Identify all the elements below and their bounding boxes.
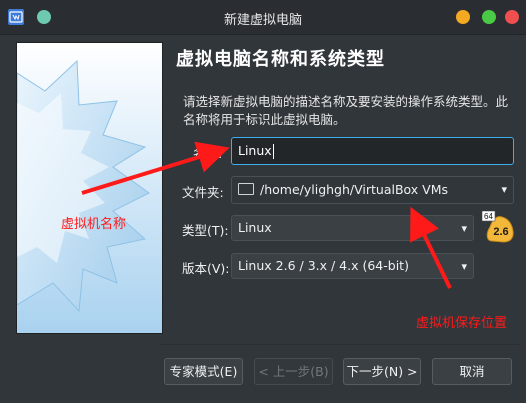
cancel-button[interactable]: 取消: [432, 358, 512, 385]
text-caret: [272, 144, 274, 159]
window-title: 新建虚拟电脑: [223, 13, 302, 28]
page-heading: 虚拟电脑名称和系统类型: [176, 49, 385, 70]
vm-name-annotation: 虚拟机名称: [61, 217, 127, 232]
page-description: 请选择新虚拟电脑的描述名称及要安装的操作系统类型。此名称将用于标识此虚拟电脑。: [183, 94, 509, 127]
os-badge-64: 64: [484, 212, 493, 221]
close-button[interactable]: [505, 10, 519, 24]
maximize-button[interactable]: [482, 10, 496, 24]
folder-value: /home/ylighgh/VirtualBox VMs: [260, 182, 449, 197]
version-combo[interactable]: Linux 2.6 / 3.x / 4.x (64-bit) ▾: [231, 253, 474, 279]
folder-icon: [238, 183, 254, 195]
minimize-button[interactable]: [456, 10, 470, 24]
name-input-value: Linux: [238, 143, 272, 158]
title-bar: 新建虚拟电脑: [0, 0, 526, 35]
version-value: Linux 2.6 / 3.x / 4.x (64-bit): [238, 258, 409, 273]
name-label: 名称:: [193, 146, 223, 161]
vm-location-annotation: 虚拟机保存位置: [416, 316, 508, 331]
wizard-side-image: [16, 42, 163, 334]
type-label: 类型(T):: [182, 223, 229, 238]
os-badge-version: 2.6: [493, 226, 508, 238]
back-button[interactable]: < 上一步(B): [254, 358, 333, 385]
version-label: 版本(V):: [182, 261, 230, 276]
expert-mode-button[interactable]: 专家模式(E): [164, 358, 243, 385]
next-button[interactable]: 下一步(N) >: [343, 358, 421, 385]
linux-os-icon: 64 2.6: [481, 210, 516, 245]
name-input[interactable]: Linux: [231, 137, 514, 165]
type-combo[interactable]: Linux ▾: [231, 215, 474, 241]
type-value: Linux: [238, 220, 272, 235]
button-divider: [160, 344, 520, 345]
new-vm-wizard-window: 新建虚拟电脑 虚拟电脑名称和系统类型 请选择新虚拟电脑的描述名称及要安装的操作系…: [0, 0, 526, 403]
folder-combo[interactable]: /home/ylighgh/VirtualBox VMs ▾: [231, 176, 514, 204]
chevron-down-icon: ▾: [501, 183, 507, 196]
folder-label: 文件夹:: [182, 185, 224, 200]
chevron-down-icon: ▾: [461, 260, 467, 273]
chevron-down-icon: ▾: [461, 222, 467, 235]
